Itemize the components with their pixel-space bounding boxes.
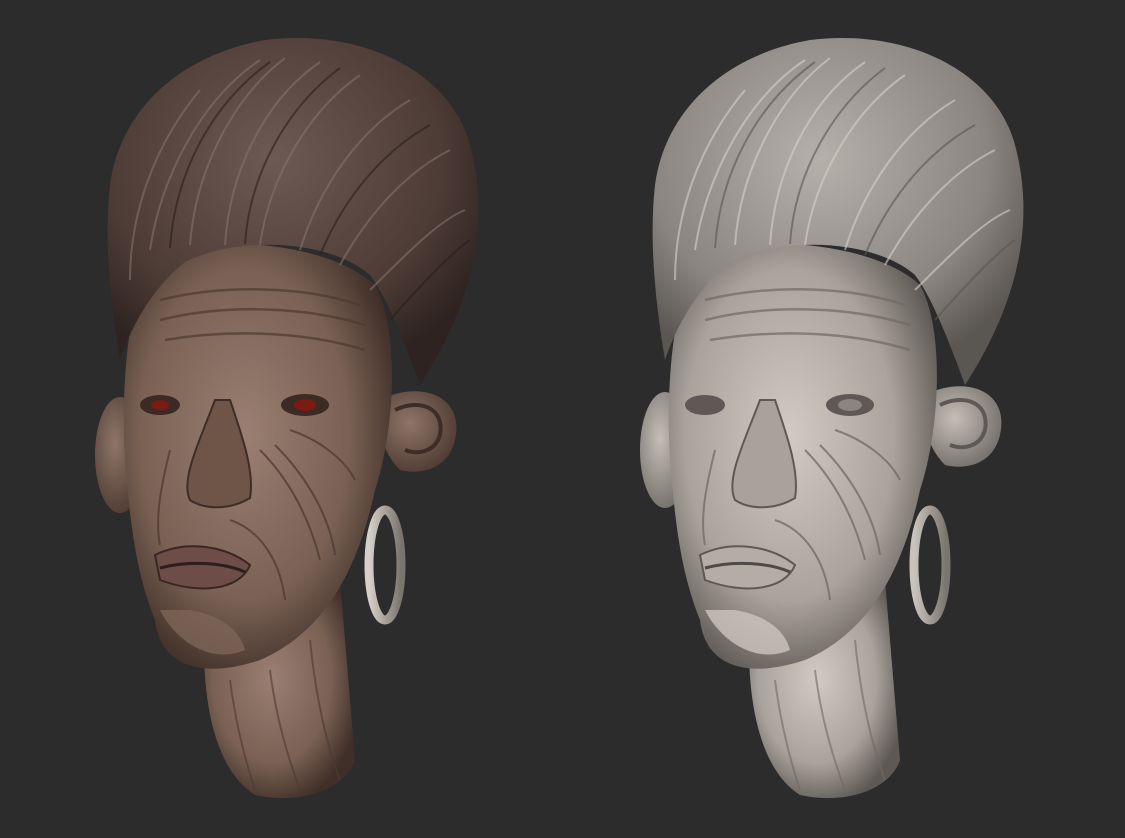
viewport	[0, 0, 1125, 838]
clay-head-render	[640, 37, 1024, 799]
